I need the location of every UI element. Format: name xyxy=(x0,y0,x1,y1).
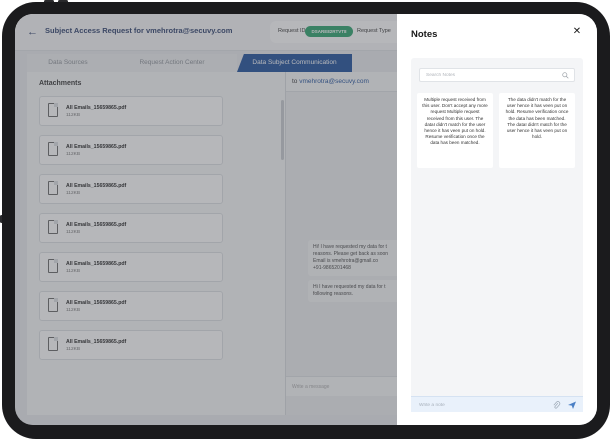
search-notes-input[interactable] xyxy=(426,71,556,80)
notes-search xyxy=(419,68,575,82)
note-card[interactable]: The data didn't match for the user hence… xyxy=(499,93,575,168)
close-icon[interactable]: ✕ xyxy=(571,26,583,38)
write-note-bar xyxy=(411,396,583,412)
write-note-input[interactable] xyxy=(419,400,539,410)
notes-title: Notes xyxy=(411,29,438,40)
paperclip-icon[interactable] xyxy=(552,400,561,410)
notes-drawer: Notes ✕ Multiple request received from t… xyxy=(397,14,597,425)
tablet-device: ← Subject Access Request for vmehrotra@s… xyxy=(0,0,613,442)
screen: ← Subject Access Request for vmehrotra@s… xyxy=(15,14,597,425)
notes-body: Multiple request received from this user… xyxy=(411,58,583,412)
send-icon[interactable] xyxy=(567,400,577,410)
search-icon xyxy=(562,72,569,79)
note-card[interactable]: Multiple request received from this user… xyxy=(417,93,493,168)
